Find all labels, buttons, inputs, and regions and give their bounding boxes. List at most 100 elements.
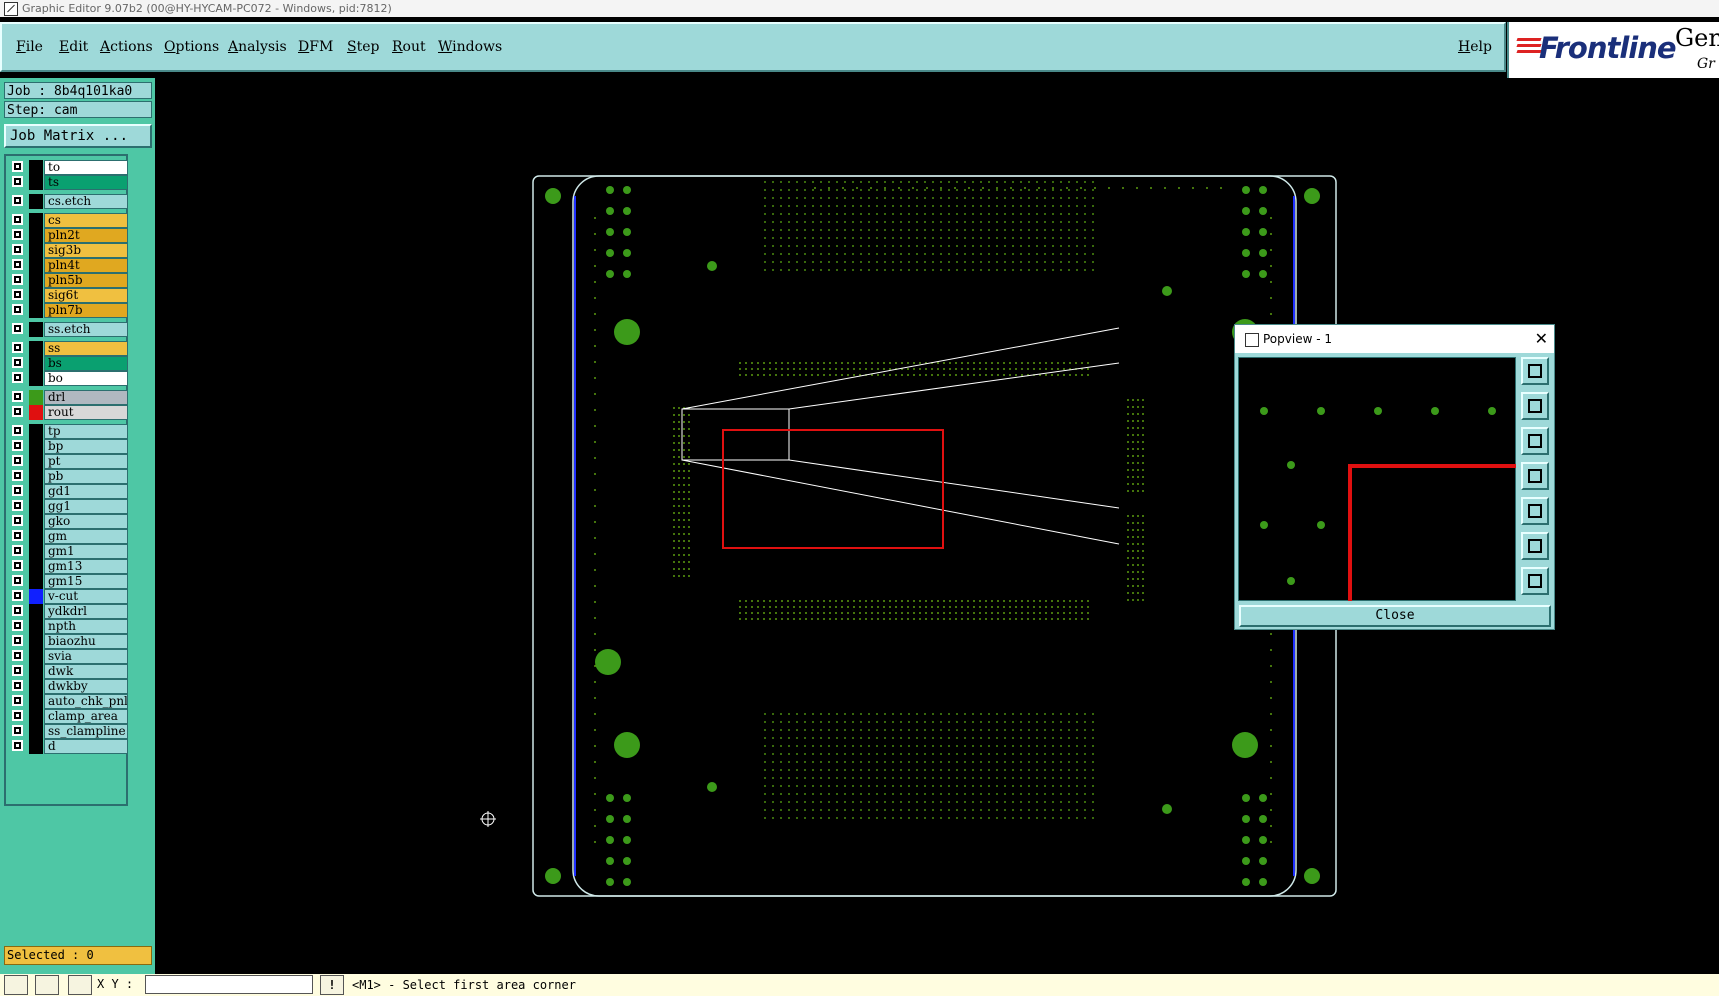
layer-checkbox[interactable] [12, 323, 23, 334]
popview-canvas[interactable] [1238, 357, 1516, 601]
layer-row-gm1[interactable]: gm1 [8, 544, 128, 559]
layer-row-v-cut[interactable]: v-cut [8, 589, 128, 604]
layer-checkbox[interactable] [12, 214, 23, 225]
layer-row-ydkdrl[interactable]: ydkdrl [8, 604, 128, 619]
layer-row-bp[interactable]: bp [8, 439, 128, 454]
popview-close-button[interactable]: Close [1239, 605, 1551, 627]
layer-row-gm13[interactable]: gm13 [8, 559, 128, 574]
layer-checkbox[interactable] [12, 710, 23, 721]
layer-checkbox[interactable] [12, 485, 23, 496]
layer-checkbox[interactable] [12, 545, 23, 556]
layer-checkbox[interactable] [12, 695, 23, 706]
menu-windows[interactable]: Windows [438, 39, 502, 55]
layer-row-pt[interactable]: pt [8, 454, 128, 469]
layer-checkbox[interactable] [12, 161, 23, 172]
layer-checkbox[interactable] [12, 455, 23, 466]
layer-row-drl[interactable]: drl [8, 390, 128, 405]
layer-checkbox[interactable] [12, 590, 23, 601]
layer-checkbox[interactable] [12, 470, 23, 481]
layer-checkbox[interactable] [12, 725, 23, 736]
layer-row-gg1[interactable]: gg1 [8, 499, 128, 514]
edit-mode-icon[interactable] [35, 975, 59, 995]
layer-row-gko[interactable]: gko [8, 514, 128, 529]
select-mode-icon[interactable] [4, 975, 28, 995]
layer-row-pln4t[interactable]: pln4t [8, 258, 128, 273]
layer-row-ss.etch[interactable]: ss.etch [8, 322, 128, 337]
layer-row-gm[interactable]: gm [8, 529, 128, 544]
layer-row-pb[interactable]: pb [8, 469, 128, 484]
layer-checkbox[interactable] [12, 372, 23, 383]
layer-checkbox[interactable] [12, 229, 23, 240]
menu-edit[interactable]: Edit [59, 39, 88, 55]
layer-row-cs.etch[interactable]: cs.etch [8, 194, 128, 209]
zoom-out-icon[interactable] [1521, 567, 1549, 595]
layer-checkbox[interactable] [12, 650, 23, 661]
menu-file[interactable]: File [16, 39, 43, 55]
layer-row-npth[interactable]: npth [8, 619, 128, 634]
layer-row-tp[interactable]: tp [8, 424, 128, 439]
layer-row-to[interactable]: to [8, 160, 128, 175]
layer-checkbox[interactable] [12, 440, 23, 451]
pan-down-icon[interactable] [1521, 427, 1549, 455]
layer-row-ts[interactable]: ts [8, 175, 128, 190]
layer-row-clamp_area[interactable]: clamp_area [8, 709, 128, 724]
layer-checkbox[interactable] [12, 391, 23, 402]
layer-checkbox[interactable] [12, 289, 23, 300]
layer-checkbox[interactable] [12, 515, 23, 526]
layer-row-d[interactable]: d [8, 739, 128, 754]
layer-row-ss[interactable]: ss [8, 341, 128, 356]
layer-checkbox[interactable] [12, 665, 23, 676]
close-icon[interactable]: ✕ [1535, 325, 1548, 353]
menu-options[interactable]: Options [164, 39, 219, 55]
layer-checkbox[interactable] [12, 425, 23, 436]
layer-checkbox[interactable] [12, 357, 23, 368]
layer-row-ss_clampline[interactable]: ss_clampline [8, 724, 128, 739]
menu-step[interactable]: Step [347, 39, 379, 55]
layer-checkbox[interactable] [12, 620, 23, 631]
layer-row-dwk[interactable]: dwk [8, 664, 128, 679]
layer-row-rout[interactable]: rout [8, 405, 128, 420]
layer-checkbox[interactable] [12, 635, 23, 646]
menu-analysis[interactable]: Analysis [228, 39, 287, 55]
grid-icon[interactable] [68, 975, 92, 995]
layer-row-svia[interactable]: svia [8, 649, 128, 664]
layer-row-bo[interactable]: bo [8, 371, 128, 386]
pan-left-icon[interactable] [1521, 462, 1549, 490]
layer-row-pln2t[interactable]: pln2t [8, 228, 128, 243]
job-matrix-button[interactable]: Job Matrix ... [4, 124, 152, 148]
zoom-in-icon[interactable] [1521, 357, 1549, 385]
pan-right-icon[interactable] [1521, 497, 1549, 525]
layer-row-sig6t[interactable]: sig6t [8, 288, 128, 303]
layer-row-gd1[interactable]: gd1 [8, 484, 128, 499]
layer-checkbox[interactable] [12, 500, 23, 511]
alert-icon[interactable]: ! [320, 975, 344, 995]
layer-checkbox[interactable] [12, 176, 23, 187]
layer-checkbox[interactable] [12, 740, 23, 751]
menu-dfm[interactable]: DFM [298, 39, 333, 55]
layer-checkbox[interactable] [12, 680, 23, 691]
layer-checkbox[interactable] [12, 244, 23, 255]
layer-checkbox[interactable] [12, 605, 23, 616]
layer-row-sig3b[interactable]: sig3b [8, 243, 128, 258]
zoom-fit-icon[interactable] [1521, 532, 1549, 560]
layer-checkbox[interactable] [12, 560, 23, 571]
layer-row-cs[interactable]: cs [8, 213, 128, 228]
pan-up-icon[interactable] [1521, 392, 1549, 420]
layer-checkbox[interactable] [12, 530, 23, 541]
layer-row-pln7b[interactable]: pln7b [8, 303, 128, 318]
layer-checkbox[interactable] [12, 195, 23, 206]
layer-row-pln5b[interactable]: pln5b [8, 273, 128, 288]
layer-checkbox[interactable] [12, 406, 23, 417]
layer-checkbox[interactable] [12, 274, 23, 285]
menu-actions[interactable]: Actions [100, 39, 153, 55]
xy-input[interactable] [145, 975, 313, 994]
layer-row-dwkby[interactable]: dwkby [8, 679, 128, 694]
layer-checkbox[interactable] [12, 304, 23, 315]
layer-row-biaozhu[interactable]: biaozhu [8, 634, 128, 649]
layer-checkbox[interactable] [12, 342, 23, 353]
menu-rout[interactable]: Rout [392, 39, 426, 55]
layer-row-gm15[interactable]: gm15 [8, 574, 128, 589]
menu-help[interactable]: Help [1458, 39, 1492, 55]
layer-checkbox[interactable] [12, 259, 23, 270]
layer-checkbox[interactable] [12, 575, 23, 586]
